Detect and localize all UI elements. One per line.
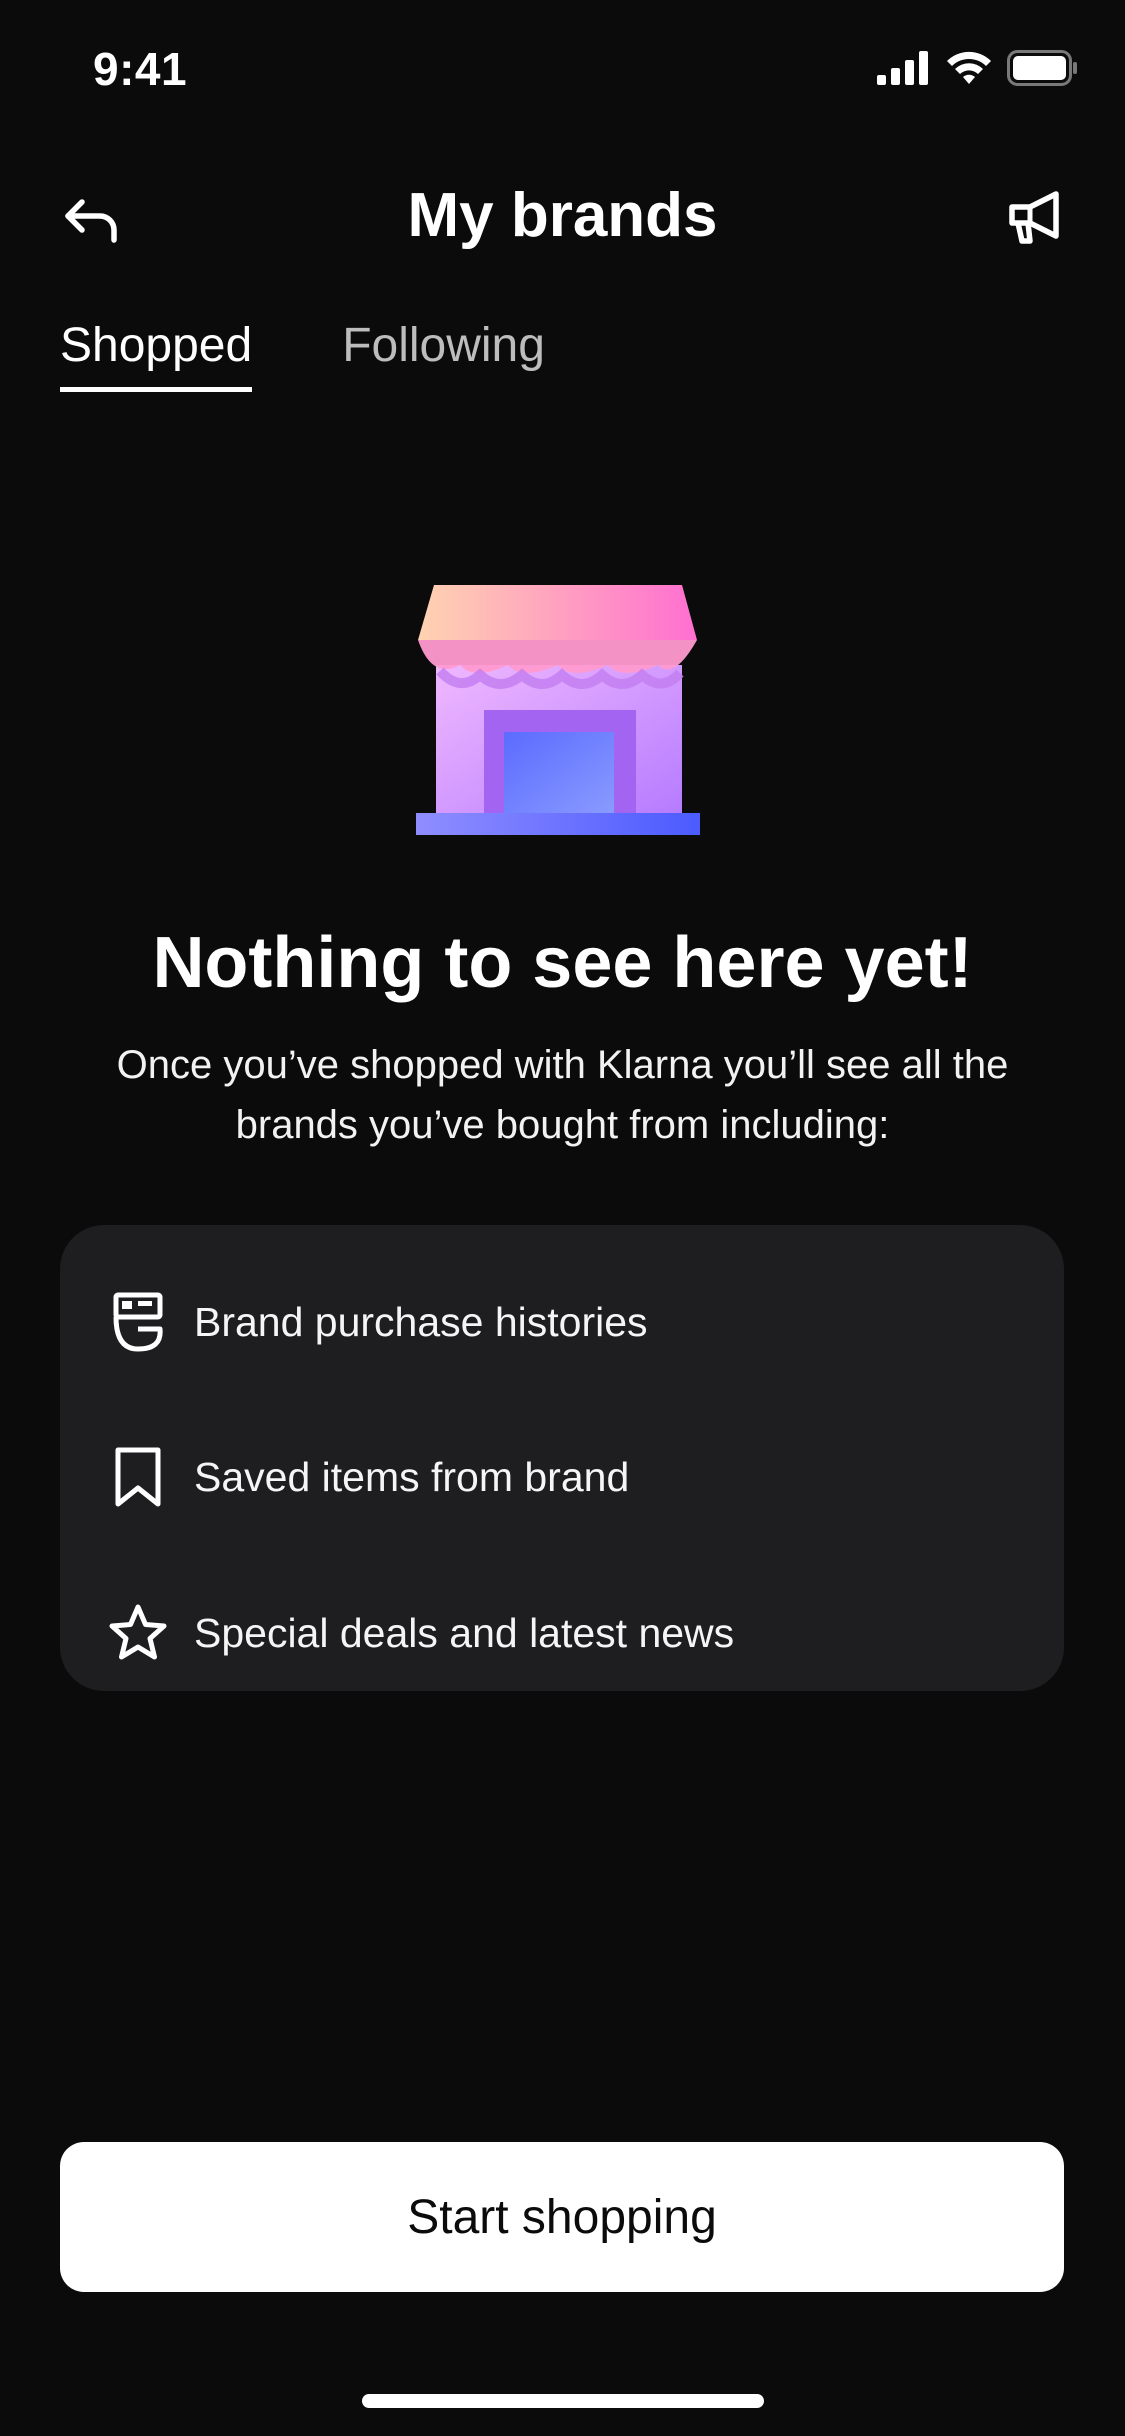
status-bar: 9:41 <box>0 0 1125 140</box>
tab-following[interactable]: Following <box>342 318 545 392</box>
feature-row-saved-items: Saved items from brand <box>105 1437 629 1517</box>
star-icon <box>105 1600 171 1666</box>
cellular-signal-icon <box>877 51 931 90</box>
feature-row-purchase-histories: Brand purchase histories <box>105 1282 648 1362</box>
home-indicator <box>362 2394 764 2408</box>
header: My brands <box>0 160 1125 270</box>
status-time: 9:41 <box>93 43 188 95</box>
tab-shopped[interactable]: Shopped <box>60 318 253 392</box>
feature-row-special-deals: Special deals and latest news <box>105 1593 734 1673</box>
status-icons <box>877 50 1079 91</box>
feature-label: Brand purchase histories <box>194 1298 648 1345</box>
start-shopping-button[interactable]: Start shopping <box>60 2142 1064 2292</box>
megaphone-icon <box>1004 189 1066 252</box>
empty-state-description: Once you’ve shopped with Klarna you’ll s… <box>116 1043 1009 1147</box>
features-card: Brand purchase histories Saved items fro… <box>60 1225 1064 1691</box>
bookmark-icon <box>105 1444 171 1510</box>
announcements-button[interactable] <box>995 184 1075 256</box>
page-title: My brands <box>407 181 718 250</box>
receipt-icon <box>105 1289 171 1355</box>
empty-state-title: Nothing to see here yet! <box>152 923 973 1003</box>
feature-label: Saved items from brand <box>194 1453 630 1500</box>
battery-icon <box>1007 50 1079 91</box>
feature-label: Special deals and latest news <box>194 1609 735 1656</box>
tab-bar: Shopped Following <box>60 318 545 392</box>
storefront-icon <box>412 585 712 835</box>
wifi-icon <box>945 50 993 91</box>
